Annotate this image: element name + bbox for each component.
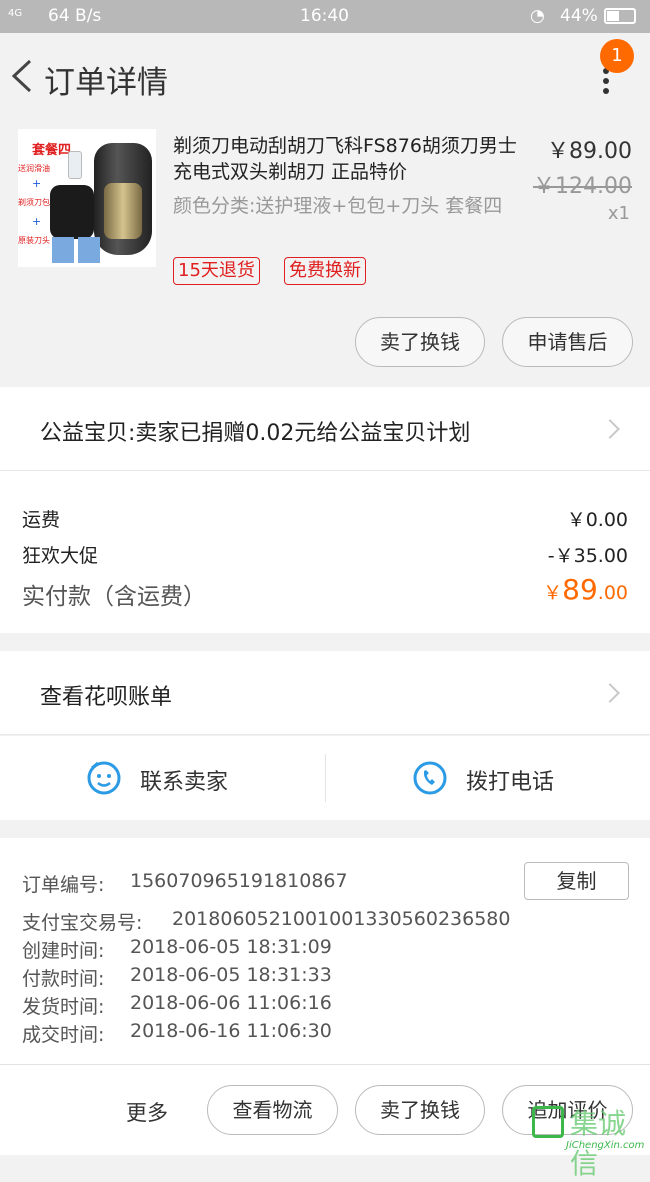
battery-percent: 44%: [560, 6, 598, 26]
more-button[interactable]: 更多: [126, 1097, 168, 1127]
order-number: 156070965191810867: [130, 870, 348, 892]
clock: 16:40: [300, 6, 349, 26]
blade-head-image: [52, 237, 74, 263]
contact-seller-button[interactable]: 联系卖家: [0, 736, 325, 820]
total-decimal: .00: [597, 582, 628, 604]
watermark-url: JiChengXin.com: [566, 1140, 645, 1151]
thumb-item: 剃须刀包: [18, 198, 50, 207]
shipping-label: 运费: [22, 509, 61, 531]
info-label: 发货时间:: [22, 996, 105, 1018]
huabei-text: 查看花呗账单: [40, 685, 173, 710]
info-label: 订单编号:: [22, 874, 105, 896]
watermark: 集诚信 JiChengXin.com: [532, 1100, 650, 1180]
completed-time-row: 成交时间: 2018-06-16 11:06:30: [22, 1020, 332, 1047]
info-label: 支付宝交易号:: [22, 912, 143, 934]
product-price: ￥89.00: [547, 139, 632, 164]
promo-label: 狂欢大促: [22, 545, 99, 567]
nav-header: 订单详情 1: [0, 33, 650, 119]
thumb-plus: +: [32, 215, 42, 228]
status-bar: 4G 64 B/s 16:40 ◔ 44%: [0, 0, 650, 33]
copy-button[interactable]: 复制: [524, 862, 629, 900]
total-integer: 89: [562, 573, 598, 606]
total-row: 实付款（含运费） ￥89.00: [22, 573, 628, 611]
after-sales-button[interactable]: 申请售后: [502, 317, 633, 367]
chat-bubble-icon: [87, 761, 121, 795]
notification-badge: 1: [600, 39, 634, 73]
created-time: 2018-06-05 18:31:09: [130, 936, 332, 958]
chevron-right-icon: [600, 419, 620, 439]
sell-for-cash-button[interactable]: 卖了换钱: [355, 317, 485, 367]
chevron-right-icon: [600, 683, 620, 703]
shipped-time: 2018-06-06 11:06:16: [130, 992, 332, 1014]
alipay-trade-number: 2018060521001001330560236580: [172, 908, 511, 930]
back-arrow-icon[interactable]: [10, 59, 34, 93]
payment-summary: 运费 ￥0.00 狂欢大促 -￥35.00 实付款（含运费） ￥89.00: [0, 471, 650, 633]
total-label: 实付款（含运费）: [22, 584, 206, 610]
paid-time-row: 付款时间: 2018-06-05 18:31:33: [22, 964, 332, 991]
alarm-icon: ◔: [530, 6, 545, 26]
thumb-package-label: 套餐四: [32, 143, 72, 158]
promo-row: 狂欢大促 -￥35.00: [22, 541, 628, 568]
thumb-plus: +: [32, 177, 42, 190]
product-name[interactable]: 剃须刀电动刮胡刀飞科FS876胡须刀男士充电式双头剃胡刀 正品特价: [173, 133, 523, 185]
network-speed: 64 B/s: [48, 6, 102, 26]
battery-icon: [604, 8, 636, 24]
signal-indicator: 4G: [8, 8, 23, 19]
return-policy-tag: 15天退货: [173, 257, 260, 285]
sell-for-cash-button[interactable]: 卖了换钱: [355, 1085, 485, 1135]
phone-icon: [413, 761, 447, 795]
shaver-image: [94, 143, 152, 255]
shaver-case-image: [50, 185, 94, 239]
watermark-logo-icon: [532, 1106, 564, 1138]
product-thumbnail[interactable]: 套餐四 送润滑油 + 剃须刀包 + 原装刀头: [18, 129, 156, 267]
paid-time: 2018-06-05 18:31:33: [130, 964, 332, 986]
contact-bar: 联系卖家 拨打电话: [0, 736, 650, 820]
shipping-value: ￥0.00: [566, 509, 628, 531]
thumb-item: 送润滑油: [18, 164, 50, 173]
contact-seller-label: 联系卖家: [140, 770, 229, 795]
product-quantity: x1: [607, 203, 630, 224]
shipped-time-row: 发货时间: 2018-06-06 11:06:16: [22, 992, 332, 1019]
order-number-row: 订单编号: 156070965191810867: [22, 870, 348, 897]
charity-text: 公益宝贝:卖家已捐赠0.02元给公益宝贝计划: [40, 421, 471, 446]
product-sku: 颜色分类:送护理液+包包+刀头 套餐四: [173, 195, 503, 217]
call-phone-button[interactable]: 拨打电话: [326, 736, 650, 820]
original-price: ￥124.00: [533, 174, 632, 199]
created-time-row: 创建时间: 2018-06-05 18:31:09: [22, 936, 332, 963]
charity-row[interactable]: 公益宝贝:卖家已捐赠0.02元给公益宝贝计划: [0, 387, 650, 471]
exchange-policy-tag: 免费换新: [284, 257, 366, 285]
order-info: 订单编号: 156070965191810867 复制 支付宝交易号: 2018…: [0, 838, 650, 1064]
promo-value: -￥35.00: [547, 545, 628, 567]
thumb-item: 原装刀头: [18, 236, 50, 245]
page-title: 订单详情: [44, 65, 168, 101]
call-phone-label: 拨打电话: [466, 770, 555, 795]
huabei-bill-row[interactable]: 查看花呗账单: [0, 651, 650, 735]
product-card[interactable]: 套餐四 送润滑油 + 剃须刀包 + 原装刀头 剃须刀电动刮胡刀飞科FS876胡须…: [0, 119, 650, 385]
lubricant-bottle-image: [68, 151, 82, 179]
info-label: 成交时间:: [22, 1024, 105, 1046]
total-value: ￥89.00: [543, 573, 628, 606]
view-logistics-button[interactable]: 查看物流: [207, 1085, 338, 1135]
shipping-row: 运费 ￥0.00: [22, 505, 628, 532]
total-currency: ￥: [543, 582, 563, 604]
completed-time: 2018-06-16 11:06:30: [130, 1020, 332, 1042]
info-label: 创建时间:: [22, 940, 105, 962]
alipay-trade-row: 支付宝交易号: 2018060521001001330560236580: [22, 908, 510, 935]
blade-head-image: [78, 237, 100, 263]
info-label: 付款时间:: [22, 968, 105, 990]
